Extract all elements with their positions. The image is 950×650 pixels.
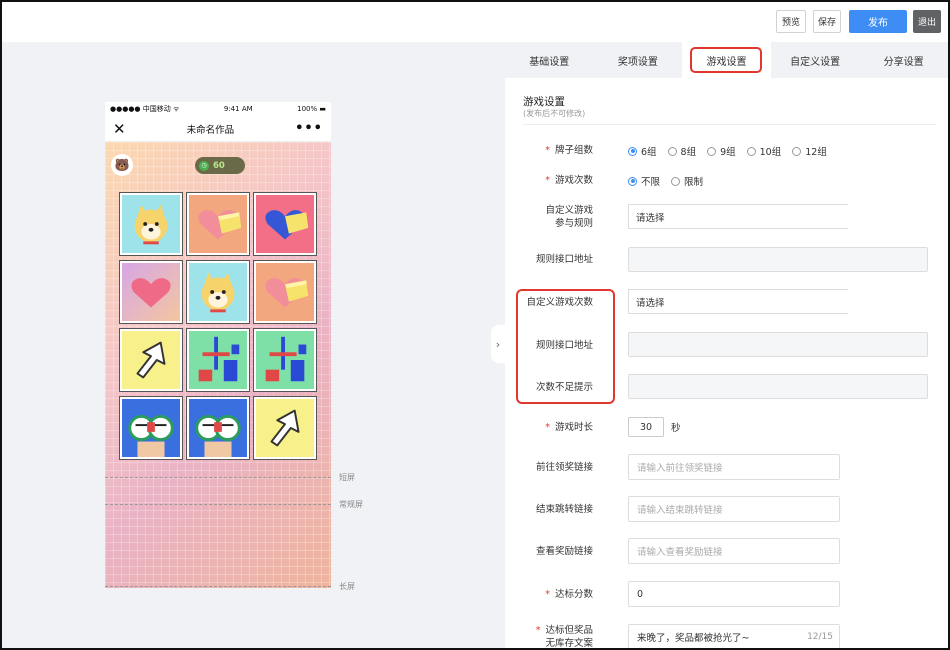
radio-unlimited[interactable]: 不限	[628, 174, 660, 188]
target-score-label: * 达标分数	[545, 589, 593, 600]
doge-card-icon[interactable]	[186, 260, 250, 324]
tab-prizes[interactable]: 奖项设置	[594, 42, 683, 78]
play-count-label: * 游戏次数	[545, 175, 593, 186]
normal-screen-line	[105, 504, 331, 505]
rule-api-input	[628, 247, 928, 272]
reward-link-label: 查看奖励链接	[535, 546, 593, 557]
custom-count-select[interactable]: 请选择	[628, 289, 848, 314]
robot-card-icon[interactable]	[186, 328, 250, 392]
cursor-card-icon[interactable]	[119, 328, 183, 392]
settings-panel: 基础设置 奖项设置 游戏设置 自定义设置 分享设置 游戏设置 (发布后不可修改)…	[505, 42, 948, 649]
custom-rule-select[interactable]: 请选择	[628, 204, 848, 229]
radio-6-groups[interactable]: 6组	[628, 144, 657, 158]
reward-link-input[interactable]: 请输入查看奖励链接	[628, 538, 840, 564]
short-screen-line	[105, 477, 331, 478]
app-frame: 预览 保存 发布 退出 ●●●●● 中国移动 ᯤ 9:41 AM 100% ▬ …	[0, 0, 950, 650]
section-subtitle: (发布后不可修改)	[523, 109, 586, 118]
insufficient-tip-input	[628, 374, 928, 399]
normal-screen-label: 常规屏	[339, 500, 363, 509]
phone-page-title: 未命名作品	[186, 124, 235, 136]
vr-kid-card-icon[interactable]	[119, 396, 183, 460]
prize-link-label: 前往领奖链接	[535, 462, 593, 473]
card-groups-label: * 牌子组数	[545, 145, 593, 156]
collapse-panel-button[interactable]: ›	[491, 325, 505, 363]
highlight-box	[516, 289, 615, 404]
radio-9-groups[interactable]: 9组	[707, 144, 736, 158]
preview-canvas: ●●●●● 中国移动 ᯤ 9:41 AM 100% ▬ ✕ 未命名作品 ••• …	[2, 42, 505, 648]
clock-icon: ◷	[199, 160, 209, 171]
carrier-label: ●●●●● 中国移动 ᯤ	[110, 105, 180, 113]
count-rule-api-input	[628, 332, 928, 357]
card-groups-radios: 6组 8组 9组 10组 12组	[628, 144, 827, 158]
tab-custom[interactable]: 自定义设置	[771, 42, 860, 78]
settings-tabs: 基础设置 奖项设置 游戏设置 自定义设置 分享设置	[505, 42, 948, 78]
radio-10-groups[interactable]: 10组	[746, 144, 781, 158]
phone-nav-bar: ✕ 未命名作品 •••	[105, 116, 331, 142]
prize-link-input[interactable]: 请输入前往领奖链接	[628, 454, 840, 480]
chevron-right-icon: ›	[495, 337, 501, 351]
phone-preview: ●●●●● 中国移动 ᯤ 9:41 AM 100% ▬ ✕ 未命名作品 ••• …	[105, 102, 331, 588]
end-link-label: 结束跳转链接	[535, 504, 593, 515]
long-screen-label: 长屏	[339, 582, 355, 591]
heart-gift-card-icon[interactable]	[253, 260, 317, 324]
duration-label: * 游戏时长	[545, 422, 593, 433]
countdown-timer: ◷ 60	[195, 157, 245, 174]
tab-share[interactable]: 分享设置	[859, 42, 948, 78]
section-title: 游戏设置	[523, 96, 565, 108]
tab-basic[interactable]: 基础设置	[505, 42, 594, 78]
radio-12-groups[interactable]: 12组	[792, 144, 827, 158]
radio-8-groups[interactable]: 8组	[667, 144, 696, 158]
save-button[interactable]: 保存	[813, 10, 841, 33]
target-score-input[interactable]: 0	[628, 581, 840, 607]
player-avatar-icon: 🐻	[111, 154, 133, 176]
clock-label: 9:41 AM	[223, 105, 253, 113]
heart-pink-card-icon[interactable]	[119, 260, 183, 324]
exit-button[interactable]: 退出	[913, 10, 941, 33]
heart-gift-blue-card-icon[interactable]	[253, 192, 317, 256]
no-stock-value: 来晚了，奖品都被抢光了~	[637, 633, 750, 644]
preview-button[interactable]: 预览	[776, 10, 806, 33]
game-board: 🐻 ◷ 60	[105, 142, 331, 588]
end-link-input[interactable]: 请输入结束跳转链接	[628, 496, 840, 522]
more-icon[interactable]: •••	[295, 121, 323, 136]
long-screen-line	[105, 586, 331, 587]
no-stock-label: * 达标但奖品 无库存文案	[535, 625, 593, 649]
vr-kid-card-icon[interactable]	[186, 396, 250, 460]
no-stock-input[interactable]: 来晚了，奖品都被抢光了~ 12/15	[628, 624, 840, 648]
play-count-radios: 不限 限制	[628, 174, 703, 188]
robot-card-icon[interactable]	[253, 328, 317, 392]
card-grid	[119, 192, 317, 460]
cursor-card-icon[interactable]	[253, 396, 317, 460]
tab-highlight-box	[690, 47, 762, 73]
heart-gift-card-icon[interactable]	[186, 192, 250, 256]
battery-label: 100% ▬	[297, 105, 326, 113]
radio-limited[interactable]: 限制	[671, 174, 703, 188]
char-counter: 12/15	[807, 632, 833, 642]
section-divider	[523, 124, 936, 125]
doge-card-icon[interactable]	[119, 192, 183, 256]
short-screen-label: 短屏	[339, 473, 355, 482]
duration-control: 30 秒	[628, 417, 681, 437]
duration-input[interactable]: 30	[628, 417, 664, 437]
close-icon[interactable]: ✕	[113, 120, 126, 138]
publish-button[interactable]: 发布	[849, 10, 907, 33]
rule-api-label: 规则接口地址	[535, 254, 593, 265]
phone-status-bar: ●●●●● 中国移动 ᯤ 9:41 AM 100% ▬	[105, 102, 331, 116]
duration-unit: 秒	[671, 423, 681, 434]
tab-game[interactable]: 游戏设置	[682, 42, 771, 78]
top-toolbar: 预览 保存 发布 退出	[2, 2, 948, 42]
timer-value: 60	[213, 160, 225, 171]
custom-rule-label: 自定义游戏 参与规则	[545, 205, 593, 229]
